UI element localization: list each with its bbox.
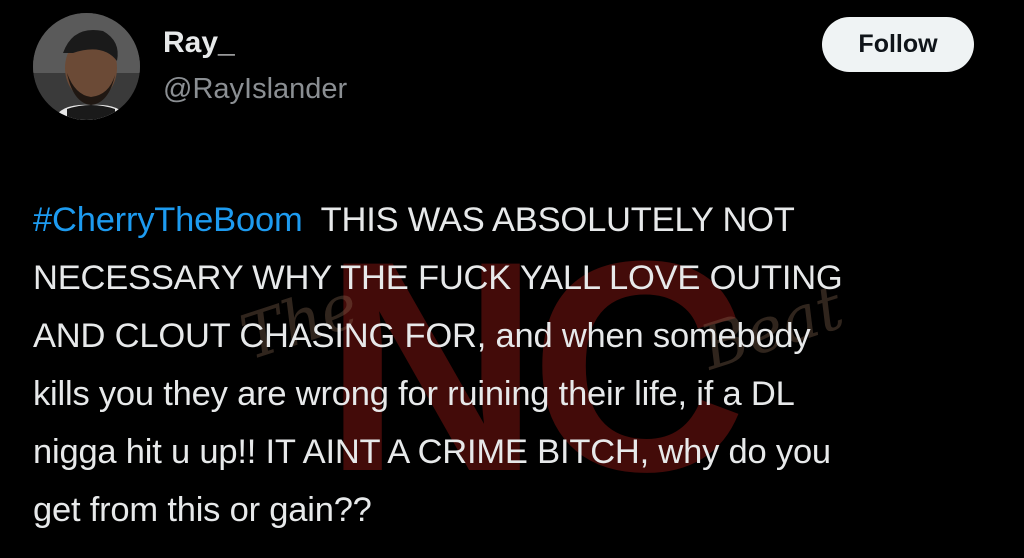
tweet-line-2: NECESSARY WHY THE FUCK YALL LOVE OUTING: [33, 259, 843, 297]
tweet-line-1: #CherryTheBoom THIS WAS ABSOLUTELY NOT: [33, 191, 993, 249]
follow-button[interactable]: Follow: [822, 17, 974, 72]
tweet-line-5: nigga hit u up!! IT AINT A CRIME BITCH, …: [33, 433, 831, 471]
avatar[interactable]: [33, 13, 140, 120]
tweet-line-4: kills you they are wrong for ruining the…: [33, 375, 795, 413]
hashtag-link[interactable]: #CherryTheBoom: [33, 201, 303, 239]
avatar-image: [33, 13, 140, 120]
user-handle[interactable]: @RayIslander: [163, 73, 347, 106]
tweet-line-6: get from this or gain??: [33, 491, 372, 529]
display-name[interactable]: Ray_: [163, 26, 235, 60]
tweet-text: #CherryTheBoom THIS WAS ABSOLUTELY NOT N…: [33, 191, 993, 539]
tweet-line-3: AND CLOUT CHASING FOR, and when somebody: [33, 317, 811, 355]
tweet-card: Ray_ @RayIslander Follow NC The Beat #Ch…: [0, 0, 1024, 558]
tweet-line-1-text: THIS WAS ABSOLUTELY NOT: [320, 201, 795, 239]
